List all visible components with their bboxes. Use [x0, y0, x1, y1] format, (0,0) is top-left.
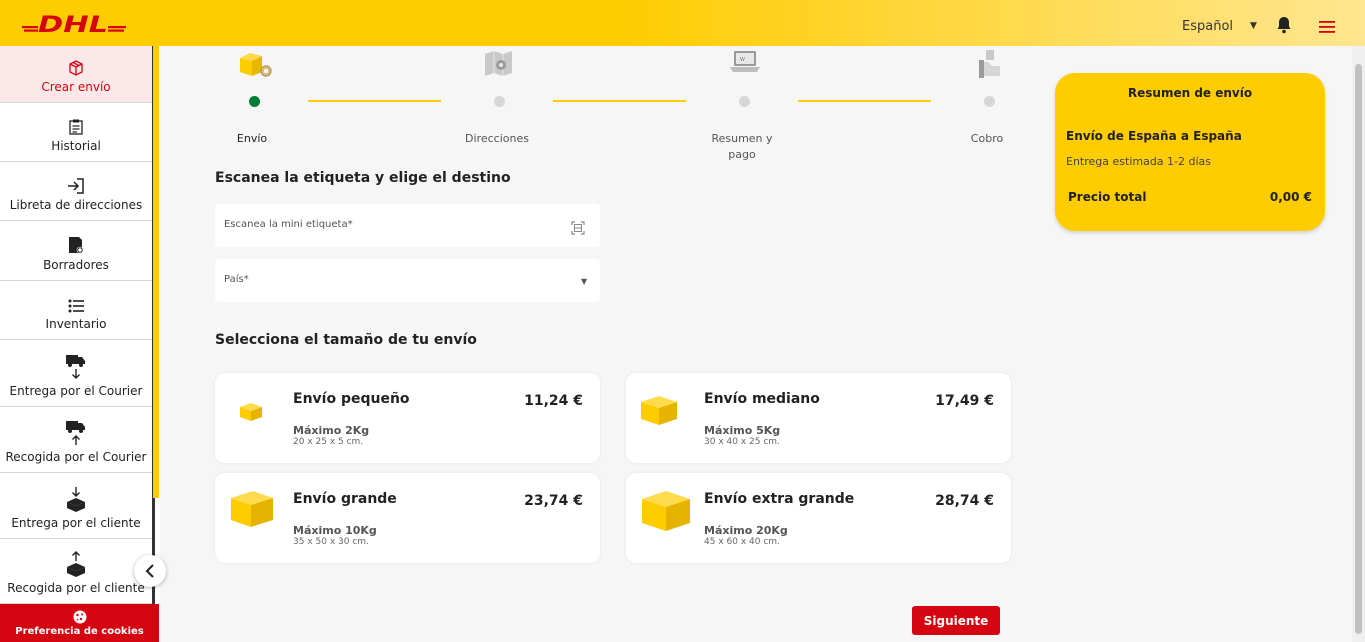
bell-icon[interactable] [1276, 16, 1292, 34]
size-card-medium[interactable]: Envío mediano 17,49 € Máximo 5Kg 30 x 40… [626, 373, 1011, 463]
sidebar-item-label: Crear envío [41, 80, 111, 94]
medium-box-icon [641, 396, 677, 425]
summary-title: Resumen de envío [1127, 86, 1253, 100]
summary-total-value: 0,00 € [1269, 190, 1312, 204]
top-header: DHL Español ▼ [0, 0, 1365, 46]
sidebar-item-entrega-cliente[interactable]: Entrega por el cliente [0, 473, 152, 539]
box-up-icon [67, 551, 85, 577]
clipboard-list-icon [69, 119, 83, 135]
sidebar-item-borradores[interactable]: Borradores [0, 221, 152, 281]
summary-route: Envío de España a España [1066, 129, 1242, 143]
size-price: 17,49 € [935, 393, 994, 409]
size-name: Envío grande [293, 491, 397, 507]
barcode-scan-icon[interactable] [571, 221, 585, 235]
map-pin-icon [485, 51, 512, 76]
size-name: Envío pequeño [293, 391, 410, 407]
language-selector[interactable]: Español [1182, 19, 1233, 34]
sidebar-item-label: Recogida por el cliente [7, 581, 145, 595]
svg-text:DHL: DHL [38, 13, 108, 34]
sidebar-item-label: Recogida por el Courier [5, 450, 147, 464]
size-name: Envío extra grande [704, 491, 855, 507]
size-dimensions: 20 x 25 x 5 cm. [293, 437, 364, 447]
step-dot-direcciones [494, 96, 505, 107]
laptop-icon: W [730, 51, 760, 72]
package-tape-icon [240, 53, 272, 77]
step-dot-resumen [739, 96, 750, 107]
sidebar-item-label: Entrega por el Courier [9, 384, 143, 398]
box-down-icon [67, 487, 85, 512]
chevron-down-icon[interactable]: ▼ [1250, 21, 1257, 31]
size-section-title: Selecciona el tamaño de tu envío [215, 332, 477, 348]
sidebar-item-label: Borradores [43, 258, 109, 272]
cookie-preferences-label: Preferencia de cookies [15, 625, 144, 637]
sidebar-item-label: Historial [51, 139, 101, 153]
chevron-left-icon [145, 564, 154, 578]
sidebar-item-label: Inventario [45, 317, 107, 331]
step-connector [553, 100, 686, 102]
hamburger-menu-icon[interactable] [1319, 21, 1335, 33]
sidebar-item-crear-envio[interactable]: Crear envío [0, 46, 152, 103]
summary-eta: Entrega estimada 1-2 días [1066, 155, 1212, 168]
cookie-preferences-button[interactable]: Preferencia de cookies [0, 604, 159, 642]
next-button[interactable]: Siguiente [912, 606, 1000, 635]
package-icon [69, 60, 83, 76]
step-label-resumen: Resumen y pago [711, 132, 773, 161]
size-card-extra-large[interactable]: Envío extra grande 28,74 € Máximo 20Kg 4… [626, 473, 1011, 563]
step-connector [308, 100, 441, 102]
size-price: 11,24 € [524, 393, 583, 409]
size-max-weight: Máximo 2Kg [293, 424, 370, 437]
size-max-weight: Máximo 10Kg [293, 524, 377, 537]
size-card-large[interactable]: Envío grande 23,74 € Máximo 10Kg 35 x 50… [215, 473, 600, 563]
sidebar-item-recogida-cliente[interactable]: Recogida por el cliente [0, 539, 152, 604]
page-scrollbar[interactable] [1352, 46, 1365, 642]
step-label-envio: Envío [236, 132, 268, 145]
size-card-small[interactable]: Envío pequeño 11,24 € Máximo 2Kg 20 x 25… [215, 373, 600, 463]
collapse-sidebar-button[interactable] [134, 555, 166, 587]
truck-down-icon [66, 355, 85, 379]
truck-up-icon [66, 421, 85, 445]
step-dot-envio [249, 96, 260, 107]
scan-label-input[interactable]: Escanea la mini etiqueta* [215, 204, 600, 247]
sidebar-item-label: Libreta de direcciones [9, 198, 143, 212]
step-label-direcciones: Direcciones [465, 132, 529, 145]
page-scroll-thumb[interactable] [1355, 64, 1362, 634]
size-price: 28,74 € [935, 493, 994, 509]
sidebar-item-label: Entrega por el cliente [11, 516, 141, 530]
country-placeholder: País* [224, 274, 249, 285]
step-label-cobro: Cobro [970, 132, 1004, 145]
hand-receive-icon [979, 50, 1000, 78]
shipment-summary-card: Resumen de envío Envío de España a Españ… [1055, 73, 1325, 231]
dhl-logo[interactable]: DHL [22, 12, 126, 34]
svg-text:W: W [740, 57, 745, 63]
size-dimensions: 45 x 60 x 40 cm. [704, 537, 780, 547]
sidebar-scroll-thumb[interactable] [153, 46, 159, 498]
step-dot-cobro [984, 96, 995, 107]
small-box-icon [240, 403, 262, 421]
login-arrow-icon [68, 178, 84, 194]
summary-total-label: Precio total [1068, 190, 1147, 204]
country-select[interactable]: País* ▼ [215, 259, 600, 302]
sidebar-item-inventario[interactable]: Inventario [0, 281, 152, 340]
sidebar-item-historial[interactable]: Historial [0, 103, 152, 162]
draft-document-icon [69, 237, 84, 254]
step-connector [798, 100, 931, 102]
size-dimensions: 35 x 50 x 30 cm. [293, 537, 369, 547]
sidebar-item-entrega-courier[interactable]: Entrega por el Courier [0, 340, 152, 407]
sidebar-item-libreta[interactable]: Libreta de direcciones [0, 162, 152, 221]
size-dimensions: 30 x 40 x 25 cm. [704, 437, 780, 447]
size-max-weight: Máximo 20Kg [704, 524, 788, 537]
extra-large-box-icon [642, 491, 690, 531]
large-box-icon [231, 491, 273, 527]
list-icon [68, 299, 84, 313]
chevron-down-icon[interactable]: ▼ [581, 277, 587, 286]
sidebar-item-recogida-courier[interactable]: Recogida por el Courier [0, 407, 152, 473]
cookie-icon [73, 610, 86, 623]
scan-label-placeholder: Escanea la mini etiqueta* [224, 219, 353, 230]
scan-section-title: Escanea la etiqueta y elige el destino [215, 170, 511, 186]
size-max-weight: Máximo 5Kg [704, 424, 781, 437]
size-name: Envío mediano [704, 391, 820, 407]
size-price: 23,74 € [524, 493, 583, 509]
